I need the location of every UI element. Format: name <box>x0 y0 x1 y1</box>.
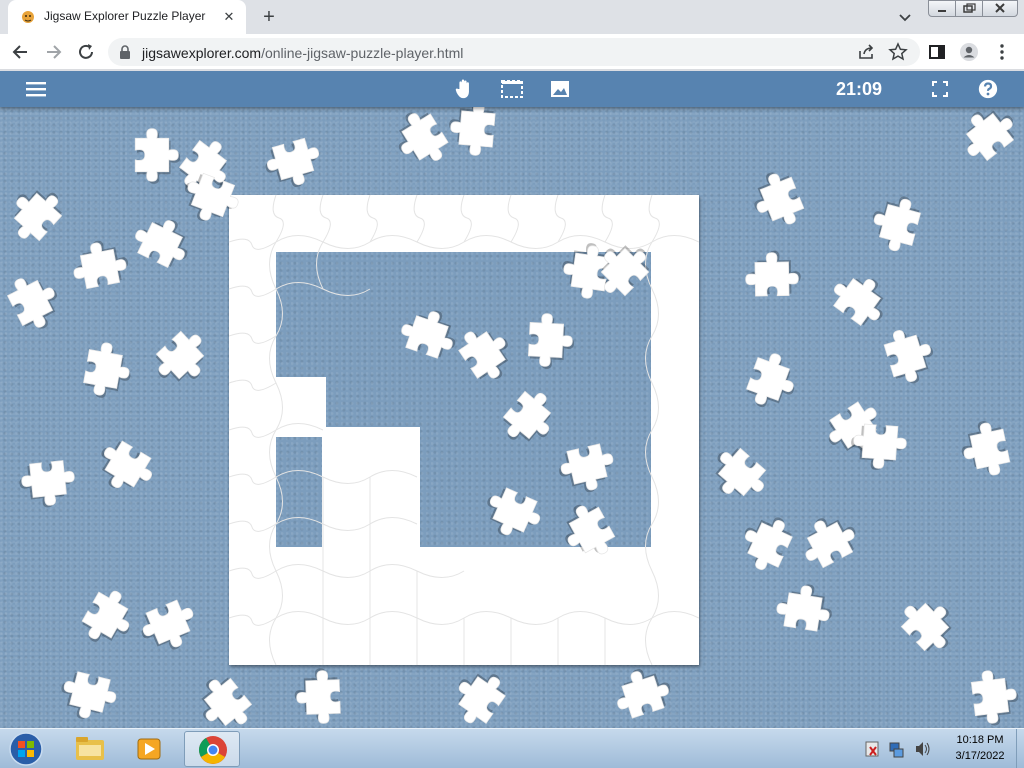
tab-close-icon[interactable]: ✕ <box>220 8 238 26</box>
forward-arrow-icon[interactable] <box>42 41 64 63</box>
start-orb-icon[interactable] <box>4 730 48 768</box>
taskbar-chrome[interactable] <box>184 731 240 767</box>
windows-taskbar: 10:18 PM 3/17/2022 <box>0 728 1024 768</box>
loose-pieces-layer <box>0 107 1023 728</box>
puzzle-piece[interactable] <box>774 580 836 633</box>
tab-strip: Jigsaw Explorer Puzzle Player ✕ + <box>0 0 1024 34</box>
select-region-icon[interactable] <box>500 78 524 100</box>
media-player-icon <box>137 738 161 760</box>
minimize-icon <box>938 10 946 12</box>
chrome-icon <box>199 736 227 764</box>
puzzle-piece[interactable] <box>129 208 198 273</box>
puzzle-piece[interactable] <box>18 460 78 511</box>
puzzle-play-area[interactable] <box>0 107 1024 728</box>
profile-avatar-icon[interactable] <box>958 41 980 63</box>
system-tray <box>864 735 934 763</box>
puzzle-piece[interactable] <box>742 348 803 415</box>
puzzle-piece[interactable] <box>397 302 464 363</box>
image-preview-icon[interactable] <box>548 78 572 100</box>
puzzle-tiger-icon <box>22 11 34 23</box>
show-desktop-button[interactable] <box>1016 729 1024 768</box>
taskbar-file-explorer[interactable] <box>62 731 118 767</box>
puzzle-toolbar: 21:09 <box>0 71 1024 107</box>
volume-icon[interactable] <box>916 742 930 756</box>
chevron-down-icon[interactable] <box>896 8 914 26</box>
puzzle-piece[interactable] <box>261 136 326 194</box>
address-bar[interactable]: jigsawexplorer.com/online-jigsaw-puzzle-… <box>108 38 920 66</box>
puzzle-piece[interactable] <box>76 584 143 654</box>
puzzle-piece[interactable] <box>134 128 181 184</box>
puzzle-piece[interactable] <box>609 661 675 721</box>
back-arrow-icon[interactable] <box>10 41 32 63</box>
puzzle-piece[interactable] <box>386 107 453 174</box>
puzzle-piece[interactable] <box>0 177 70 248</box>
fullscreen-icon[interactable] <box>928 78 952 100</box>
window-restore-button[interactable] <box>955 0 983 17</box>
window-minimize-button[interactable] <box>928 0 956 17</box>
puzzle-piece[interactable] <box>3 267 68 337</box>
file-explorer-icon <box>76 737 104 760</box>
clock-time[interactable]: 10:18 PM <box>944 734 1016 746</box>
puzzle-piece[interactable] <box>477 483 546 547</box>
side-panel-icon[interactable] <box>926 41 948 63</box>
puzzle-piece[interactable] <box>733 507 797 576</box>
tab-title: Jigsaw Explorer Puzzle Player <box>44 9 206 23</box>
puzzle-piece[interactable] <box>527 313 576 370</box>
url-text[interactable]: jigsawexplorer.com/online-jigsaw-puzzle-… <box>142 45 463 61</box>
puzzle-piece[interactable] <box>895 588 966 659</box>
share-icon[interactable] <box>856 41 878 63</box>
bookmark-star-icon[interactable] <box>887 41 909 63</box>
puzzle-piece[interactable] <box>745 250 801 297</box>
window-close-button[interactable] <box>982 0 1018 17</box>
browser-toolbar: jigsawexplorer.com/online-jigsaw-puzzle-… <box>0 34 1024 70</box>
puzzle-piece[interactable] <box>866 190 924 255</box>
reload-icon[interactable] <box>75 41 97 63</box>
puzzle-piece[interactable] <box>952 107 1023 166</box>
action-center-icon[interactable] <box>865 741 879 757</box>
puzzle-piece[interactable] <box>55 669 119 726</box>
pan-hand-icon[interactable] <box>452 78 476 100</box>
close-icon <box>995 3 1005 13</box>
puzzle-piece[interactable] <box>496 384 566 455</box>
puzzle-piece[interactable] <box>745 166 807 234</box>
restore-icon <box>963 3 976 13</box>
puzzle-piece[interactable] <box>826 264 897 333</box>
puzzle-piece[interactable] <box>553 497 619 567</box>
help-icon[interactable] <box>976 78 1000 100</box>
clock-date[interactable]: 3/17/2022 <box>944 750 1016 762</box>
puzzle-piece[interactable] <box>555 442 619 498</box>
puzzle-piece[interactable] <box>89 435 159 502</box>
puzzle-piece[interactable] <box>793 507 863 573</box>
puzzle-piece[interactable] <box>881 323 940 389</box>
new-tab-button[interactable]: + <box>256 5 282 29</box>
puzzle-piece[interactable] <box>702 440 773 510</box>
lock-icon[interactable] <box>118 44 132 60</box>
puzzle-piece[interactable] <box>956 417 1011 480</box>
puzzle-piece[interactable] <box>970 667 1021 727</box>
puzzle-piece[interactable] <box>81 340 135 402</box>
puzzle-piece[interactable] <box>447 107 497 157</box>
puzzle-piece[interactable] <box>444 660 513 728</box>
more-menu-icon[interactable] <box>991 41 1013 63</box>
network-icon[interactable] <box>889 742 904 758</box>
puzzle-piece[interactable] <box>294 668 341 725</box>
hamburger-icon[interactable] <box>24 78 48 100</box>
puzzle-piece[interactable] <box>147 325 218 396</box>
puzzle-piece[interactable] <box>135 596 203 659</box>
elapsed-timer: 21:09 <box>836 79 883 99</box>
puzzle-piece[interactable] <box>69 236 132 291</box>
puzzle-piece[interactable] <box>188 669 258 728</box>
taskbar-media-player[interactable] <box>122 731 178 767</box>
tab-active[interactable]: Jigsaw Explorer Puzzle Player ✕ <box>8 0 246 34</box>
puzzle-piece[interactable] <box>453 317 521 388</box>
